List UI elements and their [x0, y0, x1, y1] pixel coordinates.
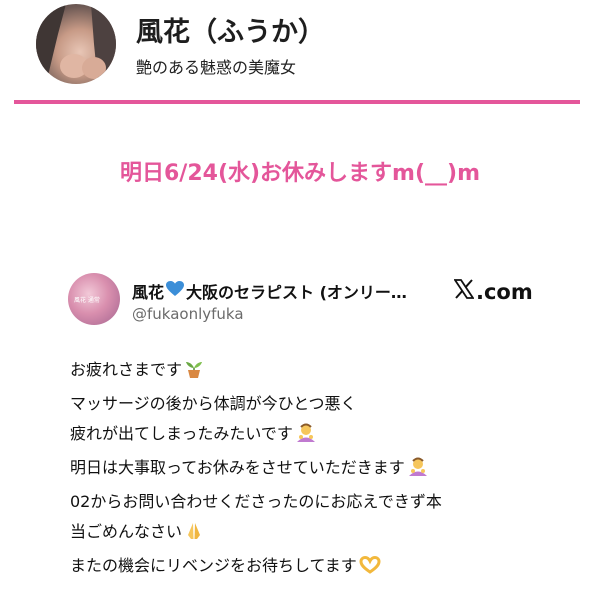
post-line: 02からお問い合わせくださったのにお応えできず本 — [70, 492, 442, 511]
post-line: 明日は大事取ってお休みをさせていただきます — [70, 453, 570, 487]
post-body: お疲れさまです マッサージの後から体調が今ひとつ悪く 疲れが出てしまったみたいで… — [70, 355, 570, 585]
pink-divider — [14, 100, 580, 104]
profile-header: 風花（ふうか） 艶のある魅惑の美魔女 — [36, 4, 596, 94]
author-suffix: 大阪のセラピスト (オンリー… — [186, 283, 407, 302]
heart-hands-icon — [359, 555, 381, 585]
post-line: 疲れが出てしまったみたいです — [70, 419, 570, 453]
bowing-person-icon — [295, 423, 317, 453]
embedded-post[interactable]: 風花 通常 風花 大阪のセラピスト (オンリー… @fukaonlyfuka .… — [48, 255, 578, 600]
post-line: またの機会にリベンジをお待ちしてます — [70, 551, 570, 585]
potted-plant-icon — [184, 359, 204, 389]
profile-tagline: 艶のある魅惑の美魔女 — [136, 58, 297, 77]
post-author-name[interactable]: 風花 大阪のセラピスト (オンリー… — [132, 279, 407, 303]
profile-avatar[interactable] — [36, 4, 116, 84]
bowing-person-icon — [407, 457, 429, 487]
post-author-avatar[interactable]: 風花 通常 — [68, 273, 120, 325]
x-logo-icon — [453, 279, 476, 304]
site-label: .com — [476, 279, 533, 304]
closure-notice: 明日6/24(水)お休みしますm(__)m — [119, 161, 481, 186]
folded-hands-icon — [184, 521, 204, 551]
blue-heart-icon — [166, 281, 185, 301]
post-line: マッサージの後から体調が今ひとつ悪く — [70, 394, 357, 413]
author-name: 風花 — [132, 283, 165, 302]
post-line: お疲れさまです — [70, 355, 570, 389]
post-line: 当ごめんなさい — [70, 517, 570, 551]
post-handle[interactable]: @fukaonlyfuka — [132, 305, 244, 323]
avatar-caption: 風花 通常 — [74, 297, 100, 304]
profile-name: 風花（ふうか） — [136, 17, 325, 48]
x-com-link[interactable]: .com — [453, 279, 533, 304]
